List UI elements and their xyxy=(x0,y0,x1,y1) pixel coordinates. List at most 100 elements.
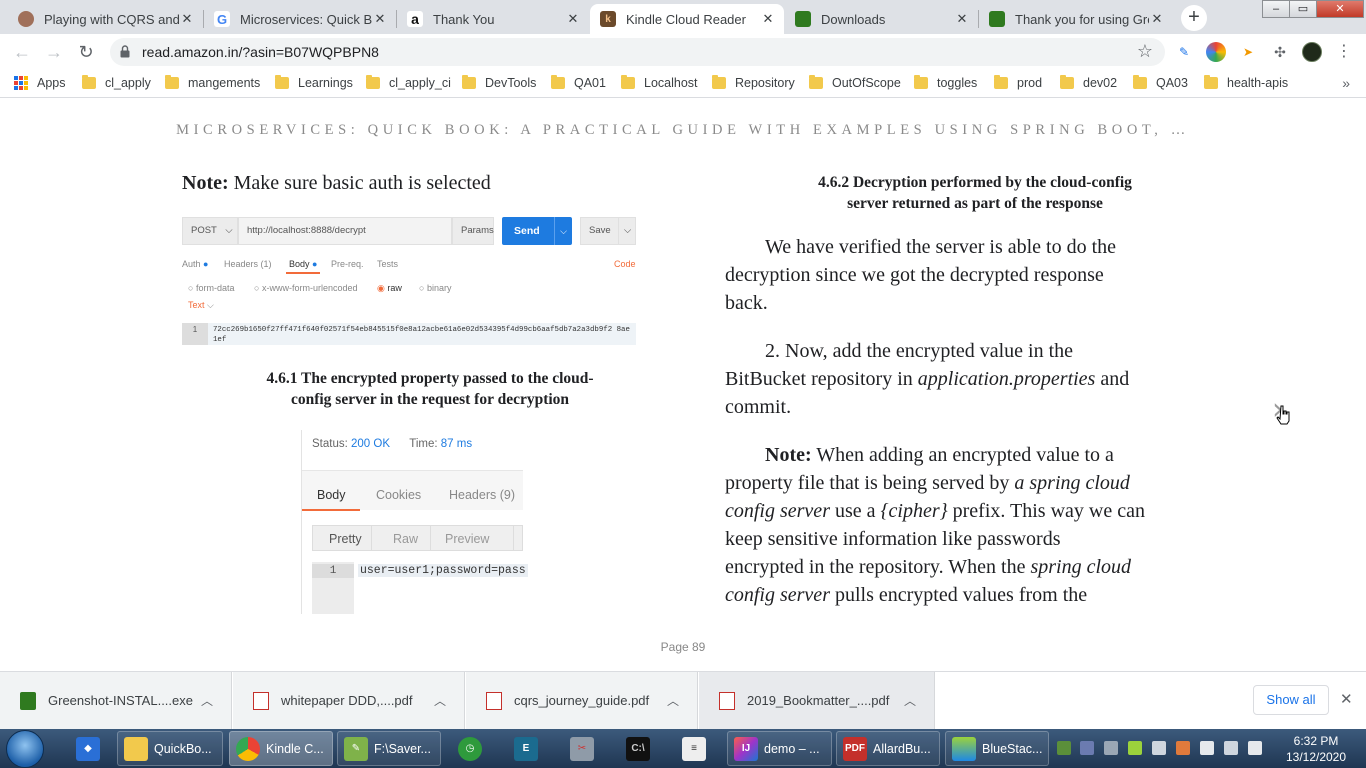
intellij-icon: IJ xyxy=(734,736,758,761)
pdf-icon xyxy=(719,692,735,710)
bookmark-folder[interactable]: Localhost xyxy=(621,75,698,90)
window-close-button[interactable]: ✕ xyxy=(1316,0,1364,18)
folder-icon xyxy=(1204,75,1218,89)
bookmark-folder[interactable]: dev02 xyxy=(1060,75,1118,90)
pdf-reader-icon: PDF xyxy=(843,736,867,761)
text-run-italic: application.properties xyxy=(917,368,1096,390)
caption-line: server returned as part of the response xyxy=(847,195,1103,212)
pretty-button: Pretty xyxy=(329,532,362,546)
close-icon[interactable]: ✕ xyxy=(760,11,776,27)
show-all-button[interactable]: Show all xyxy=(1253,685,1329,715)
tab-auth: Auth ● xyxy=(182,259,208,269)
taskbar-item-kindle[interactable]: Kindle C... xyxy=(229,731,333,766)
taskbar-item-bluestacks[interactable]: BlueStac... xyxy=(945,731,1049,766)
folder-icon xyxy=(914,75,928,89)
download-item[interactable]: 2019_Bookmatter_....pdf ︿ xyxy=(699,672,935,730)
new-tab-button[interactable]: + xyxy=(1181,5,1207,31)
arrow-extension-icon[interactable]: ➤ xyxy=(1238,42,1258,62)
chevron-up-icon[interactable]: ︿ xyxy=(201,692,213,709)
tab-playing-with-cqrs[interactable]: Playing with CQRS and E ✕ xyxy=(8,4,203,34)
tray-speaker-icon[interactable] xyxy=(1248,741,1262,755)
bookmark-folder[interactable]: OutOfScope xyxy=(809,75,901,90)
bookmark-folder[interactable]: QA03 xyxy=(1133,75,1188,90)
pinned-app[interactable]: ◷ xyxy=(452,731,490,766)
pinned-app[interactable]: ✂ xyxy=(564,731,602,766)
close-icon[interactable]: ✕ xyxy=(1149,11,1165,27)
tray-display-icon[interactable] xyxy=(1224,741,1238,755)
eyedropper-extension-icon[interactable]: ✎ xyxy=(1174,42,1194,62)
profile-avatar[interactable] xyxy=(1302,42,1322,62)
text-run: and xyxy=(1095,368,1130,390)
start-button[interactable] xyxy=(6,730,44,768)
extensions-puzzle-icon[interactable]: ✣ xyxy=(1270,42,1290,62)
close-icon[interactable]: ✕ xyxy=(372,11,388,27)
close-icon[interactable]: ✕ xyxy=(1340,690,1353,708)
tray-app-icon[interactable] xyxy=(1080,741,1094,755)
bookmark-apps[interactable]: Apps xyxy=(14,76,66,90)
chevron-up-icon[interactable]: ︿ xyxy=(434,692,446,709)
taskbar-item-saver[interactable]: ✎ F:\Saver... xyxy=(337,731,441,766)
bookmark-label: Apps xyxy=(37,76,66,90)
tray-volume-icon[interactable] xyxy=(1176,741,1190,755)
download-item[interactable]: cqrs_journey_guide.pdf ︿ xyxy=(466,672,698,730)
tray-shield-icon[interactable] xyxy=(1104,741,1118,755)
bookmark-folder[interactable]: health-apis xyxy=(1204,75,1288,90)
tab-title: Kindle Cloud Reader xyxy=(626,11,746,27)
snipping-tool-icon: ✂ xyxy=(570,736,594,761)
bookmark-folder[interactable]: toggles xyxy=(914,75,977,90)
close-icon[interactable]: ✕ xyxy=(954,11,970,27)
color-extension-icon[interactable] xyxy=(1206,42,1226,62)
chevron-up-icon[interactable]: ︿ xyxy=(667,692,679,709)
tab-thank-you-greenshot[interactable]: Thank you for using Gree ✕ xyxy=(979,4,1173,34)
tab-thank-you[interactable]: a Thank You ✕ xyxy=(397,4,589,34)
download-item[interactable]: Greenshot-INSTAL....exe ︿ xyxy=(0,672,232,730)
tray-bluestacks-icon[interactable] xyxy=(1128,741,1142,755)
minimize-button[interactable]: – xyxy=(1262,0,1290,18)
tray-network-icon[interactable] xyxy=(1152,741,1166,755)
back-icon[interactable]: ← xyxy=(10,40,34,64)
system-clock[interactable]: 6:32 PM 13/12/2020 xyxy=(1276,733,1356,765)
chevron-up-icon[interactable]: ︿ xyxy=(904,692,916,709)
pinned-app[interactable]: ≡ xyxy=(676,731,714,766)
encrypted-value: 72cc269b1650f27ff471f640f02571f54eb84551… xyxy=(213,326,630,344)
taskbar-item-intellij[interactable]: IJ demo – ... xyxy=(727,731,832,766)
postman-response-figure: Status: 200 OK Time: 87 ms Body Cookies … xyxy=(301,430,528,614)
forward-icon[interactable]: → xyxy=(42,40,66,64)
taskbar-item-quickbook[interactable]: QuickBo... xyxy=(117,731,223,766)
taskbar-label: demo – ... xyxy=(764,741,820,756)
bookmark-folder[interactable]: cl_apply_ci xyxy=(366,75,451,90)
tab-microservices[interactable]: G Microservices: Quick Boo ✕ xyxy=(204,4,396,34)
tab-cookies: Cookies xyxy=(376,488,422,502)
bookmark-folder[interactable]: QA01 xyxy=(551,75,606,90)
close-icon[interactable]: ✕ xyxy=(565,11,581,27)
bookmark-star-icon[interactable]: ☆ xyxy=(1137,41,1153,62)
tray-flag-icon[interactable] xyxy=(1200,741,1214,755)
taskbar-item-allardbu[interactable]: PDF AllardBu... xyxy=(836,731,940,766)
postman-request-figure: POST ⌵ http://localhost:8888/decrypt Par… xyxy=(182,217,640,347)
close-icon[interactable]: ✕ xyxy=(179,11,195,27)
tab-downloads[interactable]: Downloads ✕ xyxy=(785,4,978,34)
address-bar[interactable]: read.amazon.in/?asin=B07WQPBPN8 ☆ xyxy=(110,38,1165,66)
menu-kebab-icon[interactable]: ⋮ xyxy=(1334,42,1354,62)
bookmark-folder[interactable]: mangements xyxy=(165,75,260,90)
reload-icon[interactable]: ↻ xyxy=(74,40,98,64)
download-item[interactable]: whitepaper DDD,....pdf ︿ xyxy=(233,672,465,730)
bookmark-folder[interactable]: Repository xyxy=(712,75,795,90)
bookmark-folder[interactable]: cl_apply xyxy=(82,75,151,90)
bookmark-folder[interactable]: Learnings xyxy=(275,75,353,90)
pinned-app[interactable]: C:\ xyxy=(620,731,658,766)
folder-icon xyxy=(551,75,565,89)
text-run-italic: {cipher} xyxy=(880,500,948,522)
bookmarks-overflow-icon[interactable]: » xyxy=(1342,75,1350,91)
radio-label: binary xyxy=(426,283,452,293)
pinned-app[interactable]: ◆ xyxy=(70,731,104,766)
folder-icon xyxy=(82,75,96,89)
bookmark-folder[interactable]: DevTools xyxy=(462,75,536,90)
pinned-app[interactable]: E xyxy=(508,731,546,766)
bookmark-label: dev02 xyxy=(1083,76,1118,90)
avatar-icon xyxy=(18,11,34,27)
tab-kindle-cloud-reader[interactable]: k Kindle Cloud Reader ✕ xyxy=(590,4,784,34)
maximize-button[interactable]: ▭ xyxy=(1289,0,1317,18)
bookmark-folder[interactable]: prod xyxy=(994,75,1042,90)
tray-greenshot-icon[interactable] xyxy=(1057,741,1071,755)
